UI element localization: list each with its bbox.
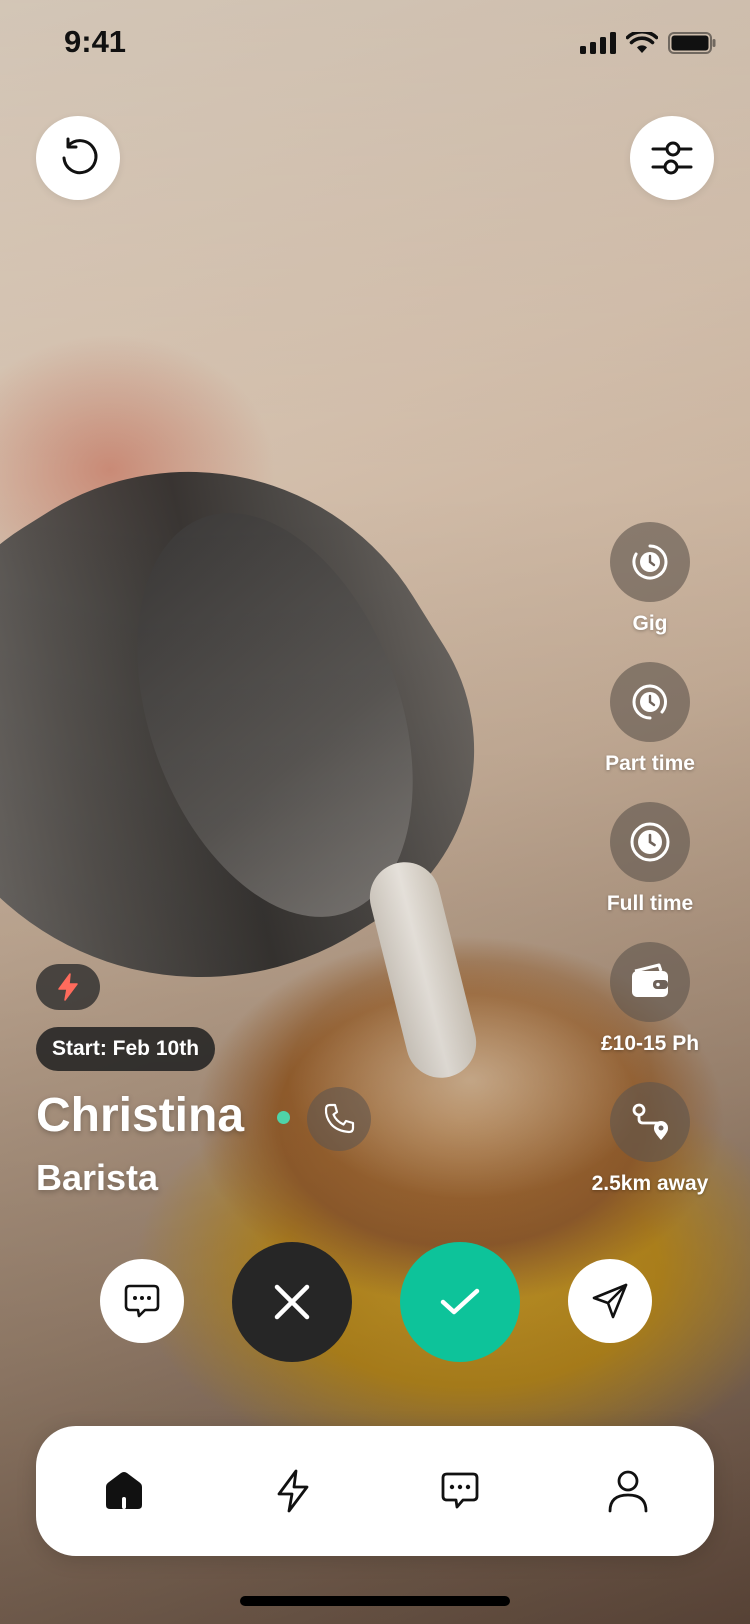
job-type-gig[interactable]: Gig (590, 522, 710, 636)
tab-messages[interactable] (430, 1461, 490, 1521)
job-type-part-time-circle (610, 662, 690, 742)
job-pay[interactable]: £10-15 Ph (590, 942, 710, 1056)
call-button[interactable] (307, 1087, 371, 1151)
accept-button[interactable] (400, 1242, 520, 1362)
tab-profile[interactable] (598, 1461, 658, 1521)
candidate-name: Christina (36, 1089, 245, 1142)
start-date-chip: Start: Feb 10th (36, 1027, 216, 1071)
status-time: 9:41 (64, 24, 127, 59)
job-type-label: Full time (606, 892, 694, 915)
job-type-full-time[interactable]: Full time (590, 802, 710, 916)
job-type-label: Part time (605, 752, 695, 775)
profile-icon (608, 1470, 648, 1513)
chat-icon (441, 1472, 479, 1509)
home-icon (106, 1472, 142, 1509)
job-type-label: Gig (632, 612, 668, 635)
undo-button[interactable] (36, 116, 120, 200)
job-pay-circle (610, 942, 690, 1022)
battery-icon (668, 32, 716, 54)
signal-icon (580, 32, 616, 54)
job-distance[interactable]: 2.5km away (590, 1082, 710, 1196)
tab-home[interactable] (94, 1461, 154, 1521)
send-button[interactable] (568, 1259, 652, 1343)
job-distance-label: 2.5km away (591, 1172, 709, 1195)
online-status-dot (277, 1111, 290, 1124)
wallet-icon (632, 963, 668, 997)
status-icons (580, 32, 716, 54)
chat-icon (124, 1284, 160, 1318)
send-icon (592, 1283, 628, 1319)
check-icon (440, 1288, 480, 1315)
job-distance-circle (610, 1082, 690, 1162)
filters-button[interactable] (630, 116, 714, 200)
filters-icon (651, 141, 693, 175)
wifi-icon (626, 32, 658, 53)
undo-icon (62, 137, 98, 175)
clock-quarter-icon (632, 544, 668, 580)
tab-boost[interactable] (263, 1461, 323, 1521)
phone-icon (324, 1103, 355, 1134)
home-indicator (240, 1596, 510, 1606)
close-icon (274, 1284, 310, 1320)
clock-full-icon (630, 822, 670, 862)
job-type-gig-circle (610, 522, 690, 602)
job-type-part-time[interactable]: Part time (590, 662, 710, 776)
status-bar: 9:41 (0, 0, 750, 90)
job-type-full-time-circle (610, 802, 690, 882)
message-button[interactable] (100, 1259, 184, 1343)
tab-bar (36, 1426, 714, 1556)
clock-half-icon (632, 684, 667, 720)
route-icon (632, 1103, 668, 1140)
boost-badge (36, 964, 100, 1010)
bolt-icon (58, 973, 78, 1001)
bolt-icon (277, 1469, 309, 1513)
reject-button[interactable] (232, 1242, 352, 1362)
job-pay-label: £10-15 Ph (600, 1032, 700, 1055)
candidate-role: Barista (36, 1157, 159, 1198)
